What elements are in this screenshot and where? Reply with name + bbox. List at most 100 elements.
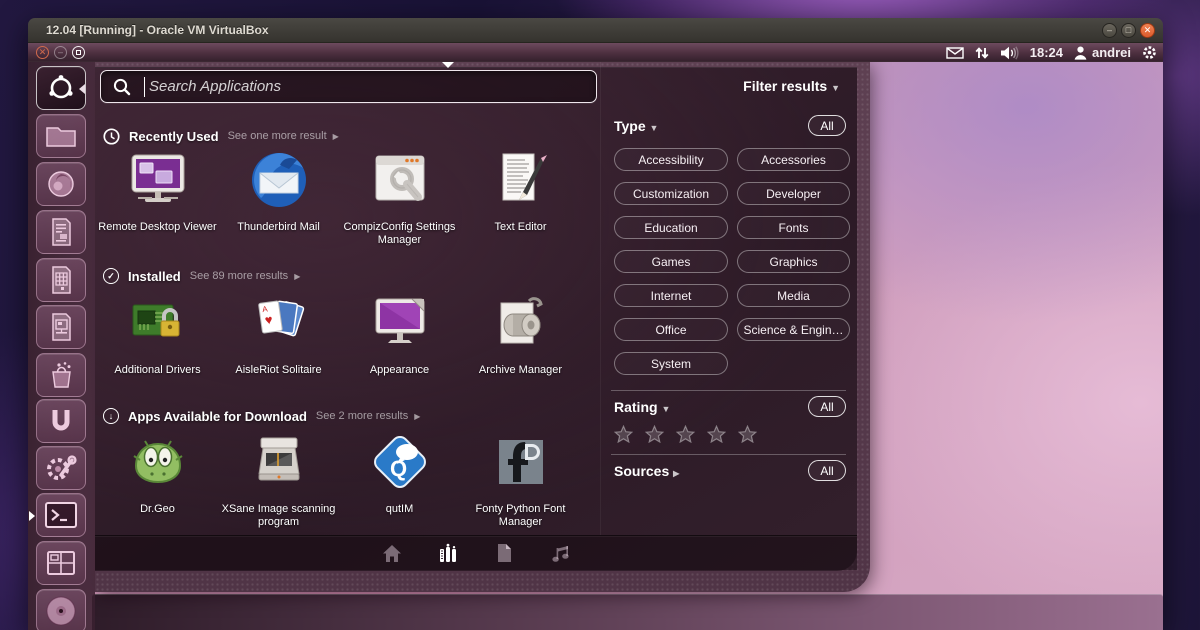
star-icon[interactable] [676, 425, 695, 443]
launcher-system-settings[interactable] [36, 446, 86, 490]
background-window[interactable] [92, 594, 1163, 630]
app-aisleriot-solitaire[interactable]: A♥ AisleRiot Solitaire [218, 291, 339, 377]
lens-files[interactable] [493, 542, 515, 564]
launcher-libreoffice-calc[interactable] [36, 258, 86, 302]
category-fonts[interactable]: Fonts [737, 216, 850, 239]
search-input[interactable] [145, 71, 596, 102]
dash-restore-icon[interactable] [72, 46, 85, 59]
app-label: Thunderbird Mail [218, 221, 339, 234]
category-system[interactable]: System [614, 352, 728, 375]
writer-document-icon [46, 217, 76, 247]
app-label: Additional Drivers [97, 364, 218, 377]
available-row: Dr.Geo XSane Image scanning program Q qu… [97, 430, 583, 529]
username: andrei [1092, 45, 1131, 60]
category-accessories[interactable]: Accessories [737, 148, 850, 171]
category-science-engineering[interactable]: Science & Engin… [737, 318, 850, 341]
see-more-link[interactable]: See one more result▶ [228, 130, 339, 142]
volume-indicator[interactable] [1000, 43, 1019, 62]
app-compizconfig-settings-manager[interactable]: CompizConfig Settings Manager [339, 148, 460, 247]
launcher-libreoffice-impress[interactable] [36, 305, 86, 349]
unity-launcher [28, 62, 95, 630]
lens-music[interactable] [549, 542, 571, 564]
clock-icon [103, 128, 120, 145]
workspace-grid-icon [44, 549, 78, 577]
app-drgeo[interactable]: Dr.Geo [97, 430, 218, 529]
see-more-link[interactable]: See 89 more results▶ [190, 270, 301, 282]
star-icon[interactable] [707, 425, 726, 443]
dash-close-icon[interactable]: ✕ [36, 46, 49, 59]
app-archive-manager[interactable]: Archive Manager [460, 291, 581, 377]
app-additional-drivers[interactable]: Additional Drivers [97, 291, 218, 377]
section-recently-used: Recently Used See one more result▶ [103, 126, 339, 146]
see-more-link[interactable]: See 2 more results▶ [316, 410, 420, 422]
star-icon[interactable] [738, 425, 757, 443]
star-icon[interactable] [614, 425, 633, 443]
clock-indicator[interactable]: 18:24 [1030, 43, 1063, 62]
launcher-dash-home[interactable] [36, 66, 86, 110]
star-icon[interactable] [645, 425, 664, 443]
category-education[interactable]: Education [614, 216, 728, 239]
running-arrow-icon [29, 511, 35, 521]
filter-results-toggle[interactable]: Filter results ▼ [743, 78, 840, 94]
category-internet[interactable]: Internet [614, 284, 728, 307]
mail-icon [946, 47, 964, 59]
launcher-workspace-switcher[interactable] [36, 541, 86, 585]
lens-home[interactable] [381, 542, 403, 564]
sources-filter-toggle[interactable]: Sources ▶ [614, 463, 679, 479]
app-xsane[interactable]: XSane Image scanning program [218, 430, 339, 529]
app-label: AisleRiot Solitaire [218, 364, 339, 377]
app-qutim[interactable]: Q qutIM [339, 430, 460, 529]
launcher-libreoffice-writer[interactable] [36, 210, 86, 254]
launcher-files-folder[interactable] [36, 114, 86, 158]
lens-applications[interactable] [437, 542, 459, 564]
user-indicator[interactable]: andrei [1074, 43, 1131, 62]
app-label: Appearance [339, 364, 460, 377]
dash-window-controls: ✕ – [36, 46, 85, 59]
calc-document-icon [46, 265, 76, 295]
launcher-software-center[interactable] [36, 353, 86, 397]
app-label: Fonty Python Font Manager [460, 503, 581, 529]
filter-panel: Filter results ▼ Type ▼ All Accessibilit… [600, 62, 856, 535]
download-icon: ↓ [103, 408, 119, 424]
close-button[interactable]: ✕ [1140, 23, 1155, 38]
app-fontypython[interactable]: Fonty Python Font Manager [460, 430, 581, 529]
dash-minimize-icon[interactable]: – [54, 46, 67, 59]
type-filter-toggle[interactable]: Type ▼ [614, 118, 658, 134]
xsane-icon [247, 430, 311, 494]
launcher-ubuntu-one[interactable] [36, 399, 86, 443]
category-office[interactable]: Office [614, 318, 728, 341]
app-remote-desktop-viewer[interactable]: Remote Desktop Viewer [97, 148, 218, 247]
rating-all-button[interactable]: All [808, 396, 846, 417]
rating-filter-toggle[interactable]: Rating ▼ [614, 399, 670, 415]
app-label: qutIM [339, 503, 460, 516]
minimize-button[interactable]: – [1102, 23, 1117, 38]
mail-indicator[interactable] [946, 43, 964, 62]
app-appearance[interactable]: Appearance [339, 291, 460, 377]
sources-all-button[interactable]: All [808, 460, 846, 481]
lens-bar [95, 535, 857, 570]
folder-icon [44, 122, 78, 150]
app-label: Remote Desktop Viewer [97, 221, 218, 234]
titlebar[interactable]: 12.04 [Running] - Oracle VM VirtualBox –… [28, 18, 1163, 43]
app-text-editor[interactable]: Text Editor [460, 148, 581, 247]
category-customization[interactable]: Customization [614, 182, 728, 205]
category-media[interactable]: Media [737, 284, 850, 307]
maximize-button[interactable]: □ [1121, 23, 1136, 38]
search-bar[interactable] [100, 70, 597, 103]
type-all-button[interactable]: All [808, 115, 846, 136]
software-center-bag-icon [45, 360, 77, 390]
launcher-firefox[interactable] [36, 162, 86, 206]
category-accessibility[interactable]: Accessibility [614, 148, 728, 171]
session-indicator[interactable] [1142, 43, 1157, 62]
category-developer[interactable]: Developer [737, 182, 850, 205]
launcher-terminal[interactable] [36, 493, 86, 537]
app-thunderbird-mail[interactable]: Thunderbird Mail [218, 148, 339, 247]
category-games[interactable]: Games [614, 250, 728, 273]
app-label: CompizConfig Settings Manager [339, 221, 460, 247]
indicator-area: 18:24 andrei [946, 43, 1157, 62]
launcher-cd-media[interactable] [36, 589, 86, 630]
app-label: XSane Image scanning program [218, 503, 339, 529]
category-graphics[interactable]: Graphics [737, 250, 850, 273]
chevron-down-icon: ▼ [661, 404, 670, 414]
network-indicator[interactable] [975, 43, 989, 62]
